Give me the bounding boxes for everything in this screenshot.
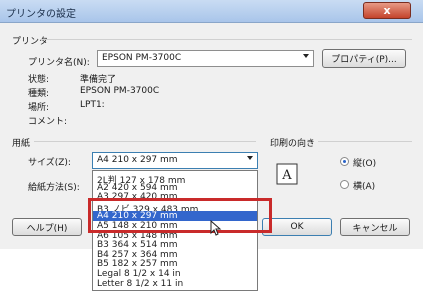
window-title: プリンタの設定 (6, 9, 76, 20)
properties-button[interactable]: プロパティ(P)... (322, 49, 406, 68)
chevron-down-icon[interactable] (303, 54, 309, 58)
title-bar: プリンタの設定 x (0, 0, 423, 23)
type-label: 種類: (28, 89, 50, 99)
location-value: LPT1: (80, 100, 105, 110)
size-option[interactable]: B4 257 x 364 mm (97, 250, 178, 260)
paper-group-divider (34, 141, 256, 142)
close-button[interactable]: x (363, 2, 411, 19)
status-value: 準備完了 (80, 75, 117, 85)
cancel-button[interactable]: キャンセル (340, 218, 410, 236)
landscape-label: 横(A) (353, 182, 376, 192)
size-option[interactable]: B5 182 x 257 mm (97, 259, 178, 269)
landscape-radio[interactable] (340, 180, 349, 189)
status-label: 状態: (28, 75, 50, 85)
printer-name-combo[interactable]: EPSON PM-3700C (97, 50, 314, 67)
comment-label: コメント: (28, 117, 68, 127)
paper-size-combo[interactable]: A4 210 x 297 mm (92, 152, 258, 169)
svg-text:A: A (281, 168, 292, 183)
printer-name-value: EPSON PM-3700C (102, 53, 182, 63)
size-option[interactable]: A2 420 x 594 mm (97, 183, 178, 193)
printer-group-label: プリンタ (12, 37, 49, 47)
location-label: 場所: (28, 103, 50, 113)
printer-group-divider (40, 39, 412, 40)
orientation-group-label: 印刷の向き (270, 139, 316, 149)
size-option[interactable]: Letter 8 1/2 x 11 in (97, 279, 183, 289)
paper-size-value: A4 210 x 297 mm (97, 155, 178, 165)
portrait-page-icon: A (276, 163, 298, 185)
size-option[interactable]: B3 364 x 514 mm (97, 240, 178, 250)
printer-settings-dialog: プリンタの設定 x プリンタ プリンタ名(N): EPSON PM-3700C … (0, 0, 423, 291)
help-button[interactable]: ヘルプ(H) (12, 218, 82, 236)
feed-label: 給紙方法(S): (28, 183, 80, 193)
paper-group-label: 用紙 (12, 139, 31, 149)
printer-name-label: プリンタ名(N): (28, 58, 90, 68)
size-label: サイズ(Z): (28, 158, 71, 168)
portrait-radio[interactable] (340, 157, 349, 166)
chevron-down-icon[interactable] (247, 156, 253, 160)
size-option[interactable]: Legal 8 1/2 x 14 in (97, 269, 181, 279)
mouse-cursor-icon (210, 220, 222, 236)
highlight-box (88, 198, 272, 233)
type-value: EPSON PM-3700C (80, 86, 160, 96)
ok-button[interactable]: OK (262, 218, 332, 236)
orientation-group-divider (318, 141, 412, 142)
portrait-label: 縦(O) (353, 159, 377, 169)
